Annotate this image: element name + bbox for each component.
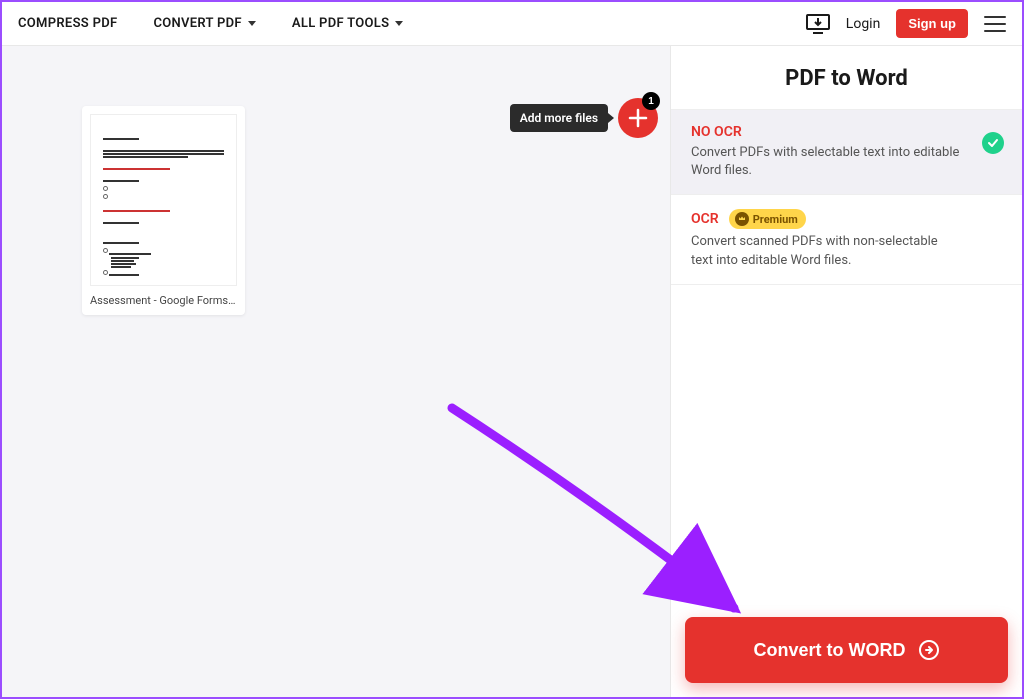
nav-left: COMPRESS PDF CONVERT PDF ALL PDF TOOLS <box>18 16 403 31</box>
sidebar: PDF to Word NO OCR Convert PDFs with sel… <box>670 46 1022 697</box>
file-card[interactable]: Assessment - Google Forms.pdf <box>82 106 245 315</box>
plus-icon <box>627 107 649 129</box>
top-nav: COMPRESS PDF CONVERT PDF ALL PDF TOOLS L… <box>2 2 1022 46</box>
premium-badge: Premium <box>729 209 806 229</box>
signup-button[interactable]: Sign up <box>896 9 968 38</box>
file-count-badge: 1 <box>642 92 660 110</box>
option-ocr-title-text: OCR <box>691 211 719 227</box>
nav-all-tools[interactable]: ALL PDF TOOLS <box>292 16 403 31</box>
download-desktop-icon[interactable] <box>806 14 830 34</box>
nav-compress-label: COMPRESS PDF <box>18 16 117 31</box>
nav-right: Login Sign up <box>806 9 1006 38</box>
login-link[interactable]: Login <box>846 16 881 32</box>
hamburger-menu-icon[interactable] <box>984 16 1006 32</box>
option-ocr-desc: Convert scanned PDFs with non-selectable… <box>691 233 1002 269</box>
option-ocr-title: OCR Premium <box>691 209 1002 229</box>
option-ocr[interactable]: OCR Premium Convert scanned PDFs with no… <box>671 195 1022 284</box>
sidebar-spacer <box>671 285 1022 603</box>
check-icon <box>982 132 1004 154</box>
nav-compress-pdf[interactable]: COMPRESS PDF <box>18 16 117 31</box>
work-area: Assessment - Google Forms.pdf Add more f… <box>2 46 670 697</box>
option-no-ocr-title: NO OCR <box>691 124 1002 140</box>
caret-down-icon <box>395 21 403 26</box>
caret-down-icon <box>248 21 256 26</box>
nav-all-tools-label: ALL PDF TOOLS <box>292 16 389 31</box>
convert-button[interactable]: Convert to WORD <box>685 617 1008 683</box>
add-more-files-wrap: Add more files 1 <box>510 98 658 138</box>
arrow-right-circle-icon <box>918 639 940 661</box>
nav-convert-label: CONVERT PDF <box>153 16 241 31</box>
main-area: Assessment - Google Forms.pdf Add more f… <box>2 46 1022 697</box>
file-thumbnail <box>90 114 237 286</box>
crown-icon <box>735 212 749 226</box>
file-name-label: Assessment - Google Forms.pdf <box>90 294 237 307</box>
add-more-files-button[interactable]: 1 <box>618 98 658 138</box>
nav-convert-pdf[interactable]: CONVERT PDF <box>153 16 255 31</box>
premium-label: Premium <box>753 213 798 226</box>
option-no-ocr-desc: Convert PDFs with selectable text into e… <box>691 144 1002 180</box>
convert-button-label: Convert to WORD <box>754 640 906 661</box>
sidebar-title: PDF to Word <box>671 46 1022 110</box>
option-no-ocr[interactable]: NO OCR Convert PDFs with selectable text… <box>671 110 1022 195</box>
add-more-tooltip: Add more files <box>510 104 608 132</box>
